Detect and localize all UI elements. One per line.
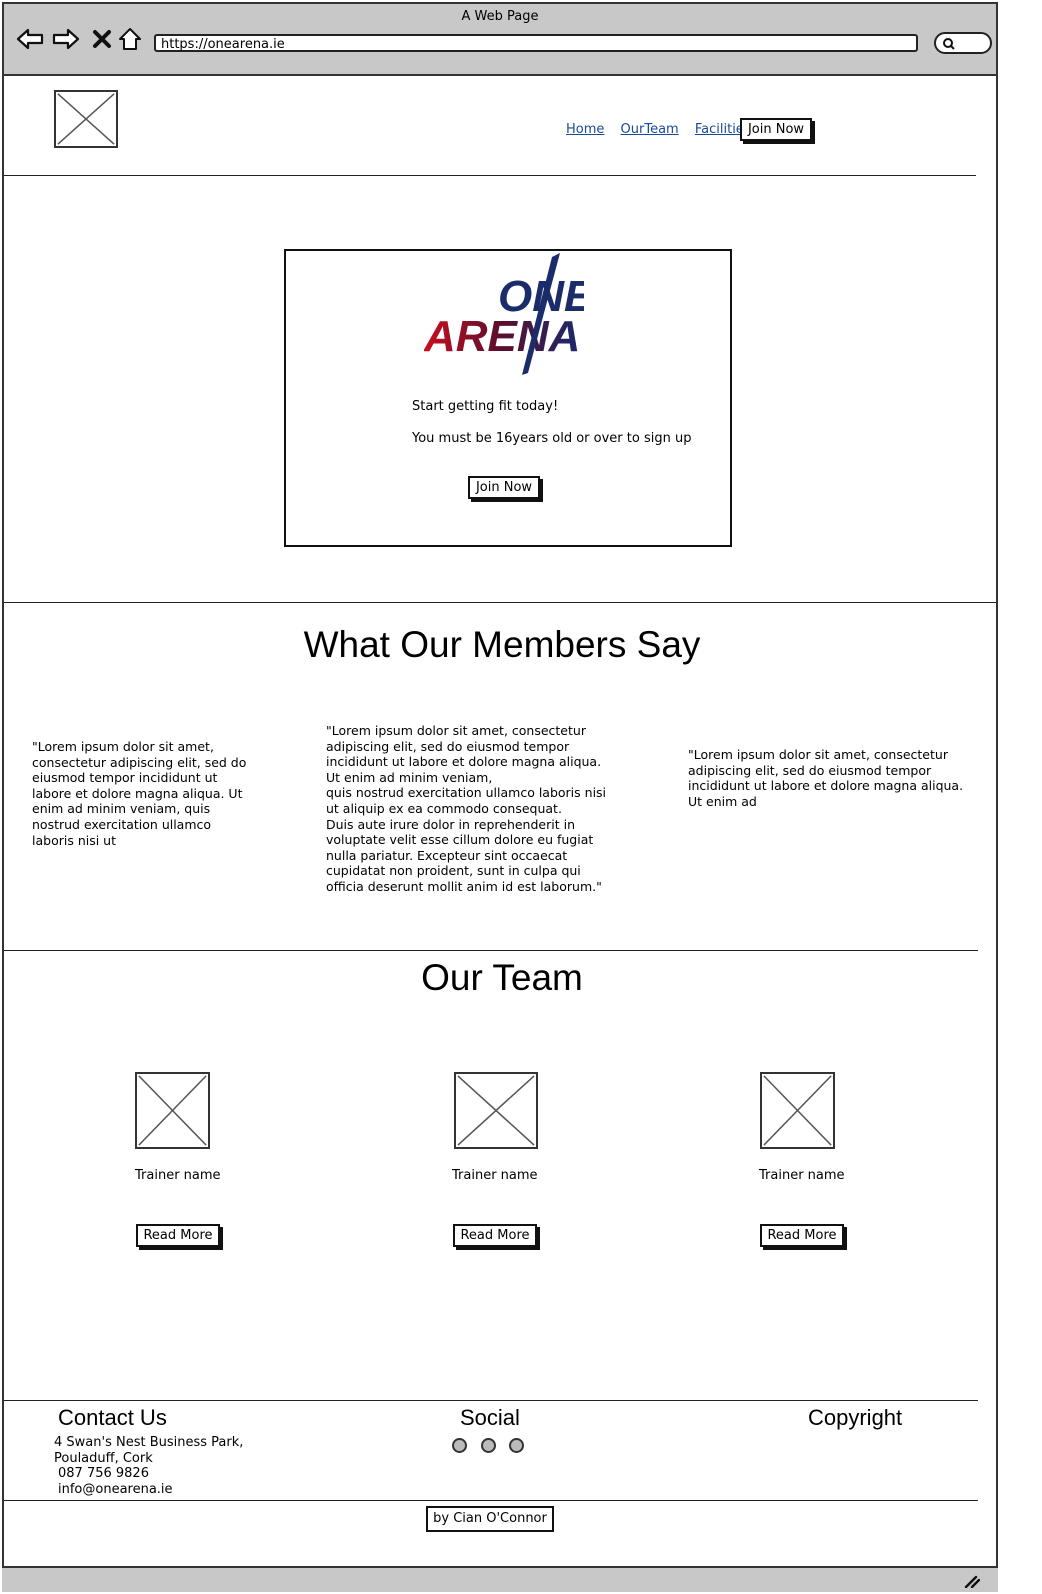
trainer-name: Trainer name [452, 1168, 538, 1183]
team-divider [4, 1400, 978, 1401]
one-arena-logo: ONE ARENA [424, 253, 584, 375]
testimonials-title: What Our Members Say [303, 624, 701, 665]
browser-toolbar: A Web Page https://onearena.ie [4, 4, 996, 76]
hero-age-note: You must be 16years old or over to sign … [412, 431, 692, 446]
browser-status-bar [2, 1566, 998, 1592]
testimonial-quote-1: "Lorem ipsum dolor sit amet, consectetur… [32, 739, 247, 848]
close-icon[interactable] [88, 26, 116, 52]
nav-home-link[interactable]: Home [566, 122, 604, 137]
footer-divider [4, 1500, 978, 1501]
main-nav: Home OurTeam Facilities [566, 122, 763, 137]
trainer-name: Trainer name [135, 1168, 221, 1183]
read-more-button[interactable]: Read More [760, 1224, 844, 1247]
read-more-button[interactable]: Read More [136, 1224, 220, 1247]
trainer-photo-placeholder [454, 1072, 538, 1149]
window-title: A Web Page [461, 9, 539, 24]
trainer-name: Trainer name [759, 1168, 845, 1183]
social-icon[interactable] [481, 1438, 496, 1453]
team-title: Our Team [421, 957, 583, 998]
resize-grip-icon[interactable] [964, 1574, 980, 1588]
address-bar-text: https://onearena.ie [161, 37, 285, 52]
hero-divider [4, 602, 996, 603]
header-divider [4, 175, 976, 176]
contact-phone: 087 756 9826 [58, 1466, 149, 1481]
contact-address-line1: 4 Swan's Nest Business Park, [54, 1435, 244, 1450]
contact-email: info@onearena.ie [58, 1482, 173, 1497]
nav-our-team-link[interactable]: OurTeam [621, 122, 679, 137]
trainer-photo-placeholder [760, 1072, 835, 1149]
home-icon[interactable] [116, 26, 144, 52]
testimonial-quote-2: "Lorem ipsum dolor sit amet, consectetur… [326, 723, 607, 894]
logo-word-arena: ARENA [424, 312, 580, 361]
forward-arrow-icon[interactable] [52, 26, 80, 52]
address-bar[interactable]: https://onearena.ie [154, 34, 918, 52]
read-more-button[interactable]: Read More [453, 1224, 537, 1247]
testimonial-quote-3: "Lorem ipsum dolor sit amet, consectetur… [688, 747, 964, 809]
browser-window: A Web Page https://onearena.ie Home OurT… [2, 2, 998, 1590]
copyright-title: Copyright [808, 1405, 903, 1430]
testimonials-divider [4, 950, 978, 951]
contact-title: Contact Us [58, 1405, 167, 1430]
hero-join-now-button[interactable]: Join Now [468, 476, 540, 499]
social-icon[interactable] [509, 1438, 524, 1453]
hero-tagline: Start getting fit today! [412, 399, 559, 414]
contact-address-line2: Pouladuff, Cork [54, 1451, 153, 1466]
back-arrow-icon[interactable] [16, 26, 44, 52]
social-title: Social [460, 1405, 520, 1430]
header-join-now-button[interactable]: Join Now [740, 118, 812, 141]
hero-card: ONE ARENA Start getting fit today! You m… [284, 249, 732, 547]
social-icon[interactable] [452, 1438, 467, 1453]
trainer-photo-placeholder [135, 1072, 210, 1149]
site-logo-placeholder [54, 90, 118, 148]
credit-box: by Cian O'Connor [426, 1506, 554, 1532]
search-icon [943, 38, 955, 50]
browser-search-button[interactable] [934, 32, 992, 54]
